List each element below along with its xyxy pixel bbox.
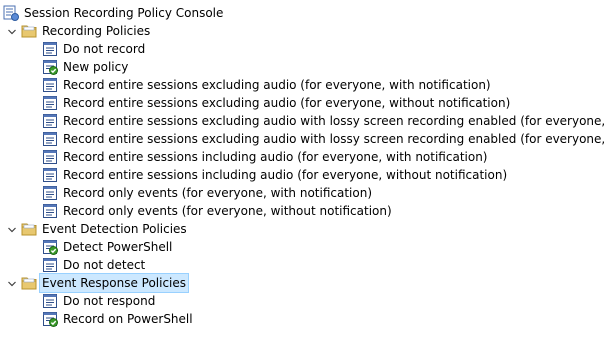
tree-item-label: Do not detect xyxy=(63,258,146,272)
policy-icon xyxy=(42,77,58,93)
policy-icon xyxy=(42,185,58,201)
tree-item-label: Record entire sessions excluding audio w… xyxy=(63,114,604,128)
expand-chevron-icon[interactable] xyxy=(7,26,17,36)
tree-item-policy[interactable]: Record entire sessions excluding audio (… xyxy=(42,94,512,112)
policy-icon xyxy=(42,95,58,111)
tree-item-policy[interactable]: New policy xyxy=(42,58,130,76)
tree-item-policy[interactable]: Record entire sessions including audio (… xyxy=(42,148,489,166)
tree-group-label: Event Detection Policies xyxy=(42,222,187,236)
tree-item-label: Record entire sessions including audio (… xyxy=(63,168,508,182)
tree-item-policy[interactable]: Detect PowerShell xyxy=(42,238,174,256)
tree-item-label: Record only events (for everyone, withou… xyxy=(63,204,392,218)
tree-item-label: Record entire sessions excluding audio w… xyxy=(63,132,604,146)
tree-item-policy[interactable]: Do not respond xyxy=(42,292,157,310)
tree-item-label: Record entire sessions including audio (… xyxy=(63,150,488,164)
console-icon xyxy=(3,5,19,21)
active-policy-icon xyxy=(42,311,58,327)
policy-icon xyxy=(42,149,58,165)
folder-icon xyxy=(21,221,37,237)
tree-group[interactable]: Event Detection Policies xyxy=(21,220,189,238)
tree-item-label: Do not record xyxy=(63,42,146,56)
tree-item-policy[interactable]: Record entire sessions including audio (… xyxy=(42,166,509,184)
policy-icon xyxy=(42,41,58,57)
tree-item-label: Do not respond xyxy=(63,294,156,308)
expand-chevron-icon[interactable] xyxy=(7,278,17,288)
active-policy-icon xyxy=(42,59,58,75)
policy-icon xyxy=(42,167,58,183)
tree-item-policy[interactable]: Record entire sessions excluding audio w… xyxy=(42,130,604,148)
expand-chevron-icon[interactable] xyxy=(7,224,17,234)
folder-icon xyxy=(21,275,37,291)
policy-tree: Session Recording Policy Console Recordin… xyxy=(0,0,604,346)
policy-icon xyxy=(42,113,58,129)
policy-icon xyxy=(42,293,58,309)
tree-item-label: Detect PowerShell xyxy=(63,240,173,254)
tree-item-policy[interactable]: Do not detect xyxy=(42,256,147,274)
policy-icon xyxy=(42,131,58,147)
tree-group[interactable]: Recording Policies xyxy=(21,22,152,40)
tree-item-label: Record on PowerShell xyxy=(63,312,193,326)
tree-group[interactable]: Event Response Policies xyxy=(21,273,190,293)
policy-icon xyxy=(42,257,58,273)
tree-item-policy[interactable]: Do not record xyxy=(42,40,147,58)
tree-root[interactable]: Session Recording Policy Console xyxy=(3,4,225,22)
tree-root-label: Session Recording Policy Console xyxy=(24,6,224,20)
tree-item-policy[interactable]: Record on PowerShell xyxy=(42,310,195,328)
tree-item-label: Record entire sessions excluding audio (… xyxy=(63,78,491,92)
folder-icon xyxy=(21,23,37,39)
tree-item-label: Record entire sessions excluding audio (… xyxy=(63,96,511,110)
active-policy-icon xyxy=(42,239,58,255)
tree-item-policy[interactable]: Record only events (for everyone, withou… xyxy=(42,202,394,220)
tree-item-policy[interactable]: Record only events (for everyone, with n… xyxy=(42,184,374,202)
tree-group-label: Event Response Policies xyxy=(38,273,190,293)
tree-item-policy[interactable]: Record entire sessions excluding audio (… xyxy=(42,76,493,94)
policy-icon xyxy=(42,203,58,219)
tree-item-label: New policy xyxy=(63,60,129,74)
tree-item-policy[interactable]: Record entire sessions excluding audio w… xyxy=(42,112,604,130)
tree-group-label: Recording Policies xyxy=(42,24,151,38)
tree-item-label: Record only events (for everyone, with n… xyxy=(63,186,373,200)
